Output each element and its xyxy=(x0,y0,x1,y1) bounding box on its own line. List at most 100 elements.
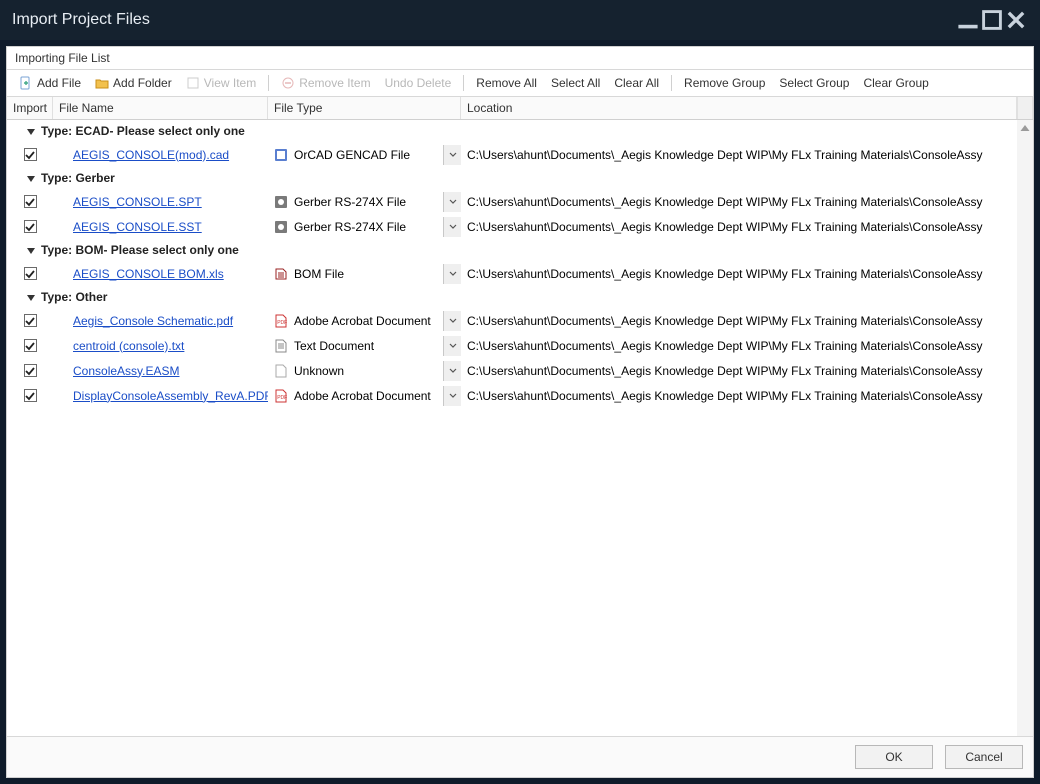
remove-group-button[interactable]: Remove Group xyxy=(678,74,771,92)
group-header[interactable]: Type: ECAD - Please select only one xyxy=(7,120,1033,142)
toolbar-separator xyxy=(268,75,269,91)
cell-filename: centroid (console).txt xyxy=(53,336,268,356)
import-checkbox[interactable] xyxy=(24,339,37,352)
filetype-label: Text Document xyxy=(294,339,374,353)
group-label: Type: Other xyxy=(41,290,107,304)
cancel-button[interactable]: Cancel xyxy=(945,745,1023,769)
file-link[interactable]: AEGIS_CONSOLE BOM.xls xyxy=(73,267,224,281)
group-header[interactable]: Type: Gerber xyxy=(7,167,1033,189)
collapse-caret-icon[interactable] xyxy=(27,176,35,182)
file-row[interactable]: Aegis_Console Schematic.pdfAdobe Acrobat… xyxy=(7,308,1033,333)
group-label: Type: BOM xyxy=(41,243,103,257)
file-link[interactable]: ConsoleAssy.EASM xyxy=(73,364,179,378)
group-hint: - Please select only one xyxy=(103,243,238,257)
collapse-caret-icon[interactable] xyxy=(27,295,35,301)
import-checkbox[interactable] xyxy=(24,195,37,208)
collapse-caret-icon[interactable] xyxy=(27,129,35,135)
cell-location: C:\Users\ahunt\Documents\_Aegis Knowledg… xyxy=(461,192,1033,212)
cell-location: C:\Users\ahunt\Documents\_Aegis Knowledg… xyxy=(461,217,1033,237)
window-title: Import Project Files xyxy=(12,11,956,29)
minimize-button[interactable] xyxy=(956,8,980,32)
import-checkbox[interactable] xyxy=(24,389,37,402)
grid-body[interactable]: Type: ECAD - Please select only oneAEGIS… xyxy=(7,120,1033,736)
filetype-display: BOM File xyxy=(268,264,443,284)
cell-filetype: Gerber RS-274X File xyxy=(268,217,461,237)
toolbar-separator xyxy=(463,75,464,91)
file-link[interactable]: DisplayConsoleAssembly_RevA.PDF xyxy=(73,389,268,403)
cell-filename: AEGIS_CONSOLE.SST xyxy=(53,217,268,237)
filetype-dropdown-button[interactable] xyxy=(443,336,461,356)
file-row[interactable]: ConsoleAssy.EASMUnknownC:\Users\ahunt\Do… xyxy=(7,358,1033,383)
panel-title: Importing File List xyxy=(7,47,1033,70)
filetype-dropdown-button[interactable] xyxy=(443,192,461,212)
view-item-button: View Item xyxy=(180,74,262,92)
filetype-dropdown-button[interactable] xyxy=(443,386,461,406)
header-import[interactable]: Import xyxy=(7,97,53,119)
location-text: C:\Users\ahunt\Documents\_Aegis Knowledg… xyxy=(467,148,983,162)
filetype-label: Gerber RS-274X File xyxy=(294,195,406,209)
scrollbar-track[interactable] xyxy=(1017,120,1033,736)
remove-all-label: Remove All xyxy=(476,76,537,90)
filetype-dropdown-button[interactable] xyxy=(443,264,461,284)
select-all-button[interactable]: Select All xyxy=(545,74,606,92)
clear-all-label: Clear All xyxy=(614,76,659,90)
import-checkbox[interactable] xyxy=(24,364,37,377)
cell-location: C:\Users\ahunt\Documents\_Aegis Knowledg… xyxy=(461,386,1033,406)
select-group-button[interactable]: Select Group xyxy=(773,74,855,92)
file-link[interactable]: AEGIS_CONSOLE(mod).cad xyxy=(73,148,229,162)
group-header[interactable]: Type: BOM - Please select only one xyxy=(7,239,1033,261)
group-hint: - Please select only one xyxy=(109,124,244,138)
orcad-file-icon xyxy=(274,148,288,162)
clear-group-button[interactable]: Clear Group xyxy=(857,74,934,92)
select-all-label: Select All xyxy=(551,76,600,90)
filetype-display: OrCAD GENCAD File xyxy=(268,145,443,165)
file-row[interactable]: AEGIS_CONSOLE(mod).cad OrCAD GENCAD File C… xyxy=(7,142,1033,167)
cell-filename: AEGIS_CONSOLE(mod).cad xyxy=(53,145,268,165)
header-filename[interactable]: File Name xyxy=(53,97,268,119)
filetype-dropdown-button[interactable] xyxy=(443,311,461,331)
location-text: C:\Users\ahunt\Documents\_Aegis Knowledg… xyxy=(467,339,983,353)
file-row[interactable]: AEGIS_CONSOLE.SPT Gerber RS-274X File C:\U… xyxy=(7,189,1033,214)
header-filetype[interactable]: File Type xyxy=(268,97,461,119)
maximize-button[interactable] xyxy=(980,8,1004,32)
file-row[interactable]: DisplayConsoleAssembly_RevA.PDFAdobe Acr… xyxy=(7,383,1033,408)
close-button[interactable] xyxy=(1004,8,1028,32)
folder-add-icon xyxy=(95,76,109,90)
file-link[interactable]: Aegis_Console Schematic.pdf xyxy=(73,314,233,328)
filetype-label: OrCAD GENCAD File xyxy=(294,148,410,162)
remove-all-button[interactable]: Remove All xyxy=(470,74,543,92)
file-link[interactable]: AEGIS_CONSOLE.SST xyxy=(73,220,202,234)
import-checkbox[interactable] xyxy=(24,314,37,327)
unknown-file-icon xyxy=(274,364,288,378)
bom-file-icon xyxy=(274,267,288,281)
group-label: Type: ECAD xyxy=(41,124,109,138)
import-checkbox[interactable] xyxy=(24,267,37,280)
file-row[interactable]: AEGIS_CONSOLE BOM.xlsBOM FileC:\Users\ah… xyxy=(7,261,1033,286)
add-file-button[interactable]: Add File xyxy=(13,74,87,92)
file-link[interactable]: AEGIS_CONSOLE.SPT xyxy=(73,195,202,209)
file-link[interactable]: centroid (console).txt xyxy=(73,339,184,353)
filetype-dropdown-button[interactable] xyxy=(443,361,461,381)
group-label: Type: Gerber xyxy=(41,171,115,185)
gerber-file-icon xyxy=(274,220,288,234)
filetype-dropdown-button[interactable] xyxy=(443,217,461,237)
cell-import xyxy=(7,336,53,355)
filetype-label: BOM File xyxy=(294,267,344,281)
cell-location: C:\Users\ahunt\Documents\_Aegis Knowledg… xyxy=(461,336,1033,356)
add-folder-button[interactable]: Add Folder xyxy=(89,74,178,92)
location-text: C:\Users\ahunt\Documents\_Aegis Knowledg… xyxy=(467,314,983,328)
header-location[interactable]: Location xyxy=(461,97,1017,119)
import-checkbox[interactable] xyxy=(24,220,37,233)
txt-file-icon xyxy=(274,339,288,353)
scroll-up-icon[interactable] xyxy=(1019,122,1031,134)
filetype-display: Unknown xyxy=(268,361,443,381)
group-header[interactable]: Type: Other xyxy=(7,286,1033,308)
file-row[interactable]: centroid (console).txt Text Document C:\Us… xyxy=(7,333,1033,358)
cell-import xyxy=(7,361,53,380)
collapse-caret-icon[interactable] xyxy=(27,248,35,254)
file-row[interactable]: AEGIS_CONSOLE.SST Gerber RS-274X FileC:\U… xyxy=(7,214,1033,239)
filetype-dropdown-button[interactable] xyxy=(443,145,461,165)
clear-all-button[interactable]: Clear All xyxy=(608,74,665,92)
ok-button[interactable]: OK xyxy=(855,745,933,769)
import-checkbox[interactable] xyxy=(24,148,37,161)
